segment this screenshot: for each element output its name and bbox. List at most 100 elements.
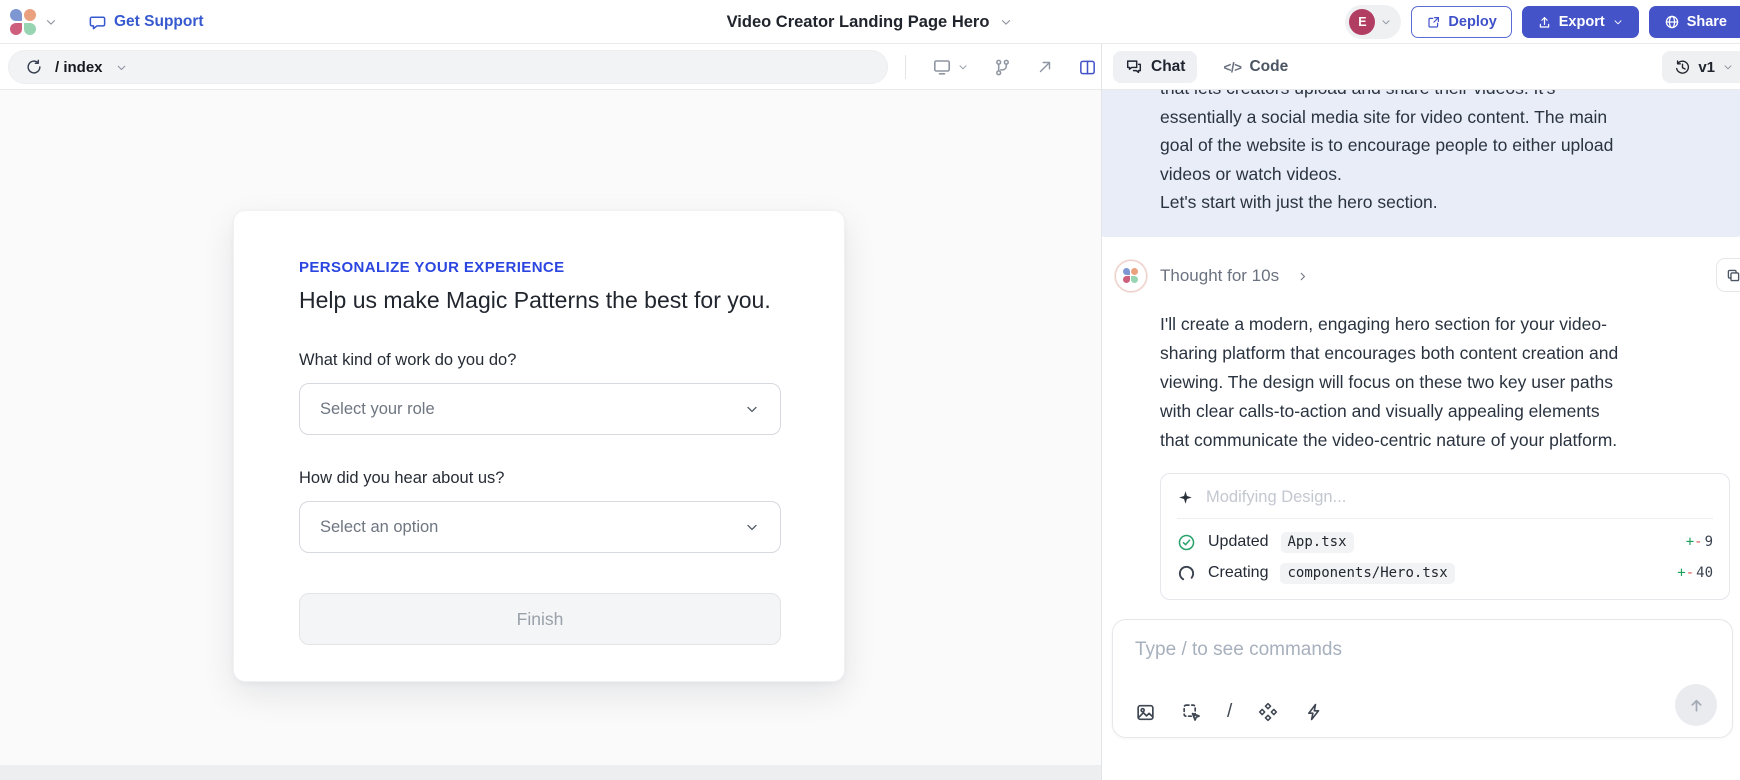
- chat-bubbles-icon: [1125, 58, 1143, 76]
- project-title: Video Creator Landing Page Hero: [727, 13, 990, 32]
- preview-toolbar: / index: [0, 44, 1740, 90]
- user-message-line: Let's start with just the hero section.: [1160, 188, 1716, 217]
- user-message-line: essentially a social media site for vide…: [1160, 103, 1716, 132]
- modal-eyebrow: PERSONALIZE YOUR EXPERIENCE: [299, 259, 565, 276]
- get-support-label: Get Support: [114, 13, 204, 31]
- chat-panel: that lets creators upload and share thei…: [1102, 90, 1740, 780]
- file-name-chip: App.tsx: [1281, 532, 1354, 553]
- attach-image-icon[interactable]: [1135, 702, 1156, 723]
- thought-chevron-right-icon: [1296, 270, 1309, 283]
- magic-patterns-app: Get Support Video Creator Landing Page H…: [0, 0, 1740, 780]
- version-selector[interactable]: v1: [1662, 51, 1740, 83]
- toolbar-divider: [905, 55, 906, 79]
- file-row: Creating components/Hero.tsx + - 40: [1177, 559, 1713, 587]
- user-message-bubble: that lets creators upload and share thei…: [1102, 90, 1740, 237]
- card-divider: [1177, 518, 1713, 519]
- components-diamonds-icon[interactable]: [1257, 701, 1279, 723]
- build-status-label: Modifying Design...: [1206, 488, 1346, 507]
- role-select[interactable]: Select your role: [299, 383, 781, 435]
- address-bar[interactable]: / index: [8, 50, 888, 84]
- code-icon: </>: [1223, 60, 1241, 75]
- top-bar: Get Support Video Creator Landing Page H…: [0, 0, 1740, 44]
- assistant-avatar: [1115, 260, 1147, 292]
- hear-select-placeholder: Select an option: [320, 518, 438, 537]
- finish-button[interactable]: Finish: [299, 593, 781, 645]
- build-progress-card: Modifying Design... Updated App.tsx + - …: [1160, 473, 1730, 600]
- check-circle-icon: [1177, 533, 1196, 552]
- export-button[interactable]: Export: [1522, 6, 1639, 38]
- magic-patterns-logo[interactable]: [10, 9, 36, 35]
- lightning-bolt-icon[interactable]: [1304, 702, 1324, 722]
- removed-indicator: -: [1686, 565, 1694, 581]
- preview-bottom-strip: [0, 765, 1101, 780]
- hear-question-label: How did you hear about us?: [299, 469, 504, 488]
- tab-code[interactable]: </> Code: [1223, 58, 1288, 76]
- copy-message-button[interactable]: [1716, 258, 1740, 292]
- copy-icon: [1725, 267, 1740, 284]
- personalize-modal: PERSONALIZE YOUR EXPERIENCE Help us make…: [233, 210, 845, 682]
- assistant-response-line: sharing platform that encourages both co…: [1160, 339, 1618, 368]
- workspace-chevron-down-icon[interactable]: [44, 15, 58, 29]
- file-name-chip: components/Hero.tsx: [1280, 563, 1454, 584]
- component-tree-icon[interactable]: [993, 58, 1012, 77]
- assistant-response-line: that communicate the video-centric natur…: [1160, 426, 1618, 455]
- deploy-external-link-icon: [1426, 15, 1441, 30]
- diff-counts: + - 40: [1677, 565, 1713, 581]
- split-panel-toggle-icon[interactable]: [1078, 58, 1097, 77]
- viewport-size-control[interactable]: [932, 57, 969, 77]
- user-message-line: that lets creators upload and share thei…: [1160, 90, 1716, 103]
- route-path: / index: [55, 59, 103, 76]
- support-chat-bubble-icon: [88, 13, 107, 32]
- removed-indicator: -: [1694, 534, 1702, 550]
- assistant-response-line: I'll create a modern, engaging hero sect…: [1160, 310, 1618, 339]
- open-in-new-tab-icon[interactable]: [1036, 58, 1054, 76]
- chat-input[interactable]: Type / to see commands /: [1112, 619, 1733, 738]
- export-chevron-down-icon: [1612, 16, 1624, 28]
- viewport-chevron-down-icon: [957, 61, 969, 73]
- project-title-chevron-down-icon[interactable]: [999, 15, 1013, 29]
- export-label: Export: [1559, 14, 1605, 30]
- deploy-button[interactable]: Deploy: [1411, 6, 1511, 38]
- avatar: E: [1349, 9, 1375, 35]
- user-message-line: videos or watch videos.: [1160, 160, 1716, 189]
- hear-select-chevron-down-icon: [744, 519, 760, 535]
- added-indicator: +: [1686, 534, 1694, 550]
- sparkle-icon: [1177, 489, 1194, 506]
- account-chevron-down-icon: [1380, 16, 1392, 28]
- refresh-icon[interactable]: [25, 58, 43, 76]
- chat-code-tabs: Chat </> Code v1: [1103, 44, 1740, 90]
- file-row: Updated App.tsx + - 9: [1177, 528, 1713, 556]
- version-chevron-down-icon: [1722, 61, 1734, 73]
- work-question-label: What kind of work do you do?: [299, 351, 516, 370]
- export-upload-icon: [1537, 15, 1552, 30]
- route-chevron-down-icon[interactable]: [115, 61, 128, 74]
- select-element-icon[interactable]: [1181, 702, 1202, 723]
- tab-code-label: Code: [1249, 58, 1288, 76]
- account-menu[interactable]: E: [1345, 5, 1401, 39]
- assistant-response: I'll create a modern, engaging hero sect…: [1160, 310, 1618, 455]
- get-support-link[interactable]: Get Support: [88, 13, 204, 32]
- preview-panel: </> Code output is React. PERSONALIZE YO…: [0, 90, 1101, 780]
- diff-counts: + - 9: [1686, 534, 1713, 550]
- tab-chat[interactable]: Chat: [1113, 51, 1197, 83]
- added-indicator: +: [1677, 565, 1685, 581]
- share-button[interactable]: Share: [1649, 6, 1740, 38]
- tab-chat-label: Chat: [1151, 58, 1185, 76]
- deploy-label: Deploy: [1448, 14, 1496, 30]
- chat-input-placeholder: Type / to see commands: [1135, 639, 1342, 661]
- modal-title: Help us make Magic Patterns the best for…: [299, 287, 771, 314]
- share-label: Share: [1687, 14, 1727, 30]
- arrow-up-icon: [1687, 696, 1706, 715]
- role-select-chevron-down-icon: [744, 401, 760, 417]
- slash-command-icon[interactable]: /: [1227, 701, 1232, 723]
- send-button[interactable]: [1675, 684, 1717, 726]
- thought-duration-label: Thought for 10s: [1160, 266, 1279, 286]
- file-status: Updated: [1208, 533, 1269, 551]
- spinner-icon: [1177, 564, 1196, 583]
- diff-count: 9: [1705, 534, 1713, 550]
- thought-row[interactable]: Thought for 10s: [1115, 260, 1309, 292]
- version-label: v1: [1698, 59, 1715, 76]
- assistant-response-line: with clear calls-to-action and visually …: [1160, 397, 1618, 426]
- hear-select[interactable]: Select an option: [299, 501, 781, 553]
- history-icon: [1674, 59, 1691, 76]
